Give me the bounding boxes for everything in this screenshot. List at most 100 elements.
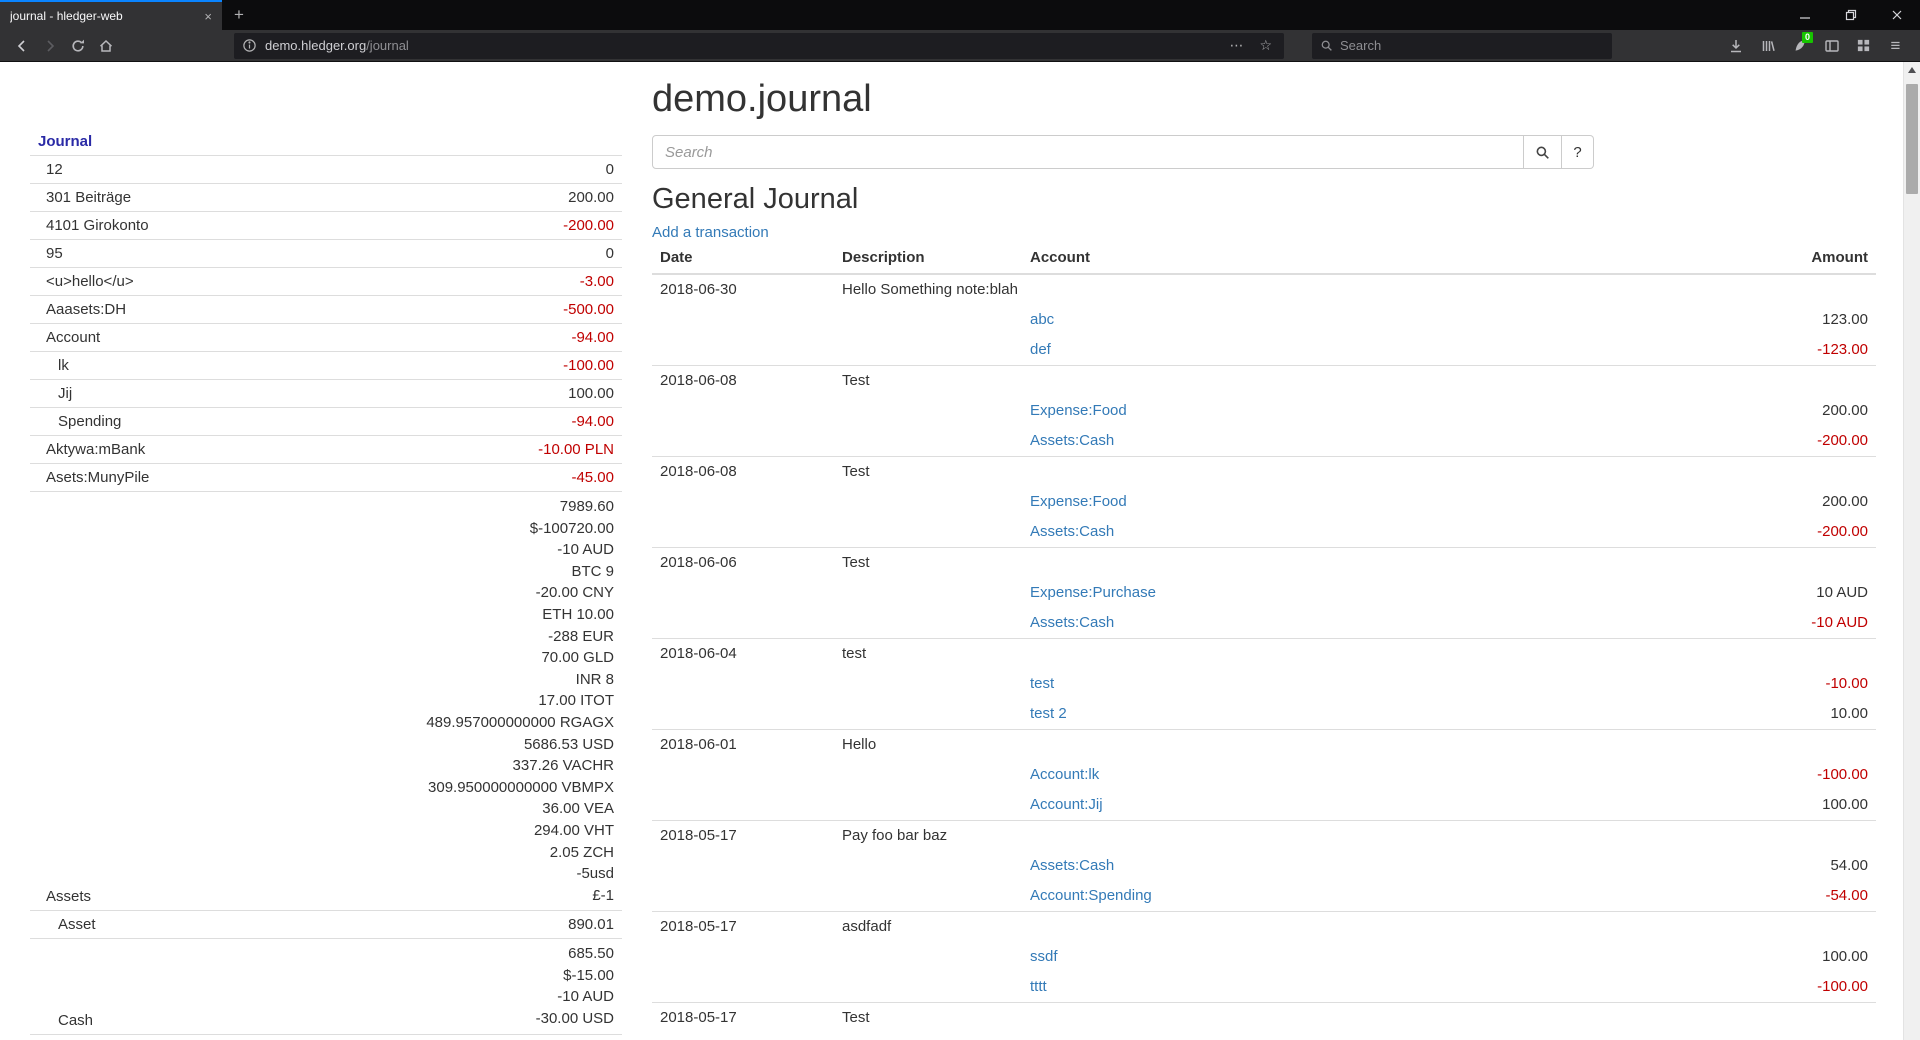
posting-account-link[interactable]: abc xyxy=(1030,311,1054,328)
posting-account-link[interactable]: def xyxy=(1030,341,1051,358)
posting-account-link[interactable]: Assets:Cash xyxy=(1030,523,1114,540)
posting-account-link[interactable]: Assets:Cash xyxy=(1030,857,1114,874)
posting-account-link[interactable]: Account:Jij xyxy=(1030,796,1103,813)
sidebar-account-link[interactable]: Asset xyxy=(58,916,96,933)
library-button[interactable] xyxy=(1753,33,1782,59)
posting-amount: 10.00 xyxy=(1576,699,1876,730)
sidebar-account-row: <u>hello</u> -3.00 xyxy=(30,268,622,296)
add-transaction-link[interactable]: Add a transaction xyxy=(652,224,769,241)
posting-account-link[interactable]: tttt xyxy=(1030,978,1047,995)
window-controls xyxy=(1782,0,1920,30)
menu-button[interactable]: ≡ xyxy=(1881,33,1910,59)
sidebar-account-link[interactable]: 4101 Girokonto xyxy=(46,217,149,234)
sidebar-account-row: 95 0 xyxy=(30,240,622,268)
journal-search-button[interactable] xyxy=(1524,135,1562,169)
posting-row: abc 123.00 xyxy=(652,305,1876,335)
home-button[interactable] xyxy=(92,33,120,59)
tab-close-icon[interactable]: × xyxy=(204,10,212,23)
close-window-button[interactable] xyxy=(1874,0,1920,30)
sidebar-account-link[interactable]: 95 xyxy=(46,245,63,262)
forward-button[interactable] xyxy=(36,33,64,59)
site-info-icon[interactable] xyxy=(242,38,257,53)
apps-grid-button[interactable] xyxy=(1849,33,1878,59)
url-bar[interactable]: demo.hledger.org/journal ⋯ ☆ xyxy=(234,33,1284,59)
posting-account-link[interactable]: Expense:Food xyxy=(1030,493,1127,510)
sidebar-account-balance: 890.01 xyxy=(258,911,622,939)
sidebar-account-link[interactable]: Account xyxy=(46,329,100,346)
page-actions-icon[interactable]: ⋯ xyxy=(1225,37,1247,54)
posting-amount: 10 AUD xyxy=(1576,578,1876,608)
extension-button[interactable]: 0 xyxy=(1785,33,1814,59)
browser-search-bar[interactable]: Search xyxy=(1312,33,1612,59)
reload-button[interactable] xyxy=(64,33,92,59)
sidebar-account-link[interactable]: 301 Beiträge xyxy=(46,189,131,206)
sidebar-account-row: Cash 685.50$-15.00-10 AUD-30.00 USD xyxy=(30,939,622,1034)
sidebar-account-link[interactable]: Asets:MunyPile xyxy=(46,469,149,486)
minimize-button[interactable] xyxy=(1782,0,1828,30)
sidebar-account-link[interactable]: 12 xyxy=(46,161,63,178)
posting-row: def -123.00 xyxy=(652,335,1876,366)
posting-account-link[interactable]: ssdf xyxy=(1030,948,1058,965)
journal-search-input[interactable] xyxy=(652,135,1524,169)
transaction-date: 2018-06-01 xyxy=(652,730,834,761)
transaction-description: Hello Something note:blah xyxy=(834,274,1876,305)
sidebar-account-row: Spending -94.00 xyxy=(30,408,622,436)
posting-account-link[interactable]: Assets:Cash xyxy=(1030,614,1114,631)
sidebar-account-balance: 100.00 xyxy=(258,380,622,408)
sidebar-toggle-icon xyxy=(1824,38,1840,54)
posting-row: ssdf 100.00 xyxy=(652,942,1876,972)
posting-account-link[interactable]: Expense:Purchase xyxy=(1030,584,1156,601)
transaction-date: 2018-06-04 xyxy=(652,639,834,670)
bookmark-star-icon[interactable]: ☆ xyxy=(1255,37,1276,54)
posting-row: Assets:Cash -200.00 xyxy=(652,517,1876,548)
sidebar-account-link[interactable]: Aaasets:DH xyxy=(46,301,126,318)
sidebar-account-balance: -200.00 xyxy=(258,212,622,240)
posting-amount: 123.00 xyxy=(1576,305,1876,335)
scrollbar-thumb[interactable] xyxy=(1906,84,1918,194)
posting-row: Account:Jij 100.00 xyxy=(652,790,1876,821)
transaction-row: 2018-05-17 Pay foo bar baz xyxy=(652,821,1876,852)
sidebar-toggle-button[interactable] xyxy=(1817,33,1846,59)
transaction-description: test xyxy=(834,639,1876,670)
search-help-button[interactable]: ? xyxy=(1562,135,1594,169)
sidebar-account-link[interactable]: Cash xyxy=(58,1012,93,1029)
transaction-description: Test xyxy=(834,457,1876,488)
posting-account-link[interactable]: test xyxy=(1030,675,1054,692)
scrollbar-up-button[interactable] xyxy=(1904,62,1920,78)
posting-row: Assets:Cash -200.00 xyxy=(652,426,1876,457)
page-content: Journal 12 0 301 Beiträge 200.00 4101 Gi… xyxy=(0,62,1920,1040)
download-button[interactable] xyxy=(1721,33,1750,59)
browser-tab[interactable]: journal - hledger-web × xyxy=(0,0,222,30)
back-button[interactable] xyxy=(8,33,36,59)
posting-account-link[interactable]: Account:Spending xyxy=(1030,887,1152,904)
sidebar-account-link[interactable]: Jij xyxy=(58,385,72,402)
posting-account-link[interactable]: test 2 xyxy=(1030,705,1067,722)
transaction-date: 2018-05-17 xyxy=(652,1003,834,1034)
posting-account-link[interactable]: Expense:Food xyxy=(1030,402,1127,419)
posting-account-link[interactable]: Account:lk xyxy=(1030,766,1099,783)
sidebar-account-link[interactable]: Spending xyxy=(58,413,121,430)
posting-account-link[interactable]: Assets:Cash xyxy=(1030,432,1114,449)
posting-amount: 200.00 xyxy=(1576,487,1876,517)
section-title: General Journal xyxy=(652,183,1876,216)
toolbar-icons: 0 ≡ xyxy=(1721,33,1912,59)
sidebar-account-link[interactable]: <u>hello</u> xyxy=(46,273,134,290)
posting-row: Assets:Cash -10 AUD xyxy=(652,608,1876,639)
sidebar-account-link[interactable]: lk xyxy=(58,357,69,374)
journal-table-body: 2018-06-30 Hello Something note:blah abc… xyxy=(652,274,1876,1033)
posting-row: Expense:Purchase 10 AUD xyxy=(652,578,1876,608)
new-tab-button[interactable]: + xyxy=(222,0,256,30)
transaction-row: 2018-06-08 Test xyxy=(652,366,1876,397)
journal-link[interactable]: Journal xyxy=(38,133,92,150)
download-icon xyxy=(1728,38,1744,54)
transaction-date: 2018-06-08 xyxy=(652,366,834,397)
posting-amount: -54.00 xyxy=(1576,881,1876,912)
sidebar-account-link[interactable]: Aktywa:mBank xyxy=(46,441,145,458)
forward-icon xyxy=(42,38,58,54)
sidebar-account-link[interactable]: Assets xyxy=(46,888,91,905)
posting-amount: 100.00 xyxy=(1576,790,1876,821)
sidebar-journal-row: Journal xyxy=(30,128,622,156)
restore-button[interactable] xyxy=(1828,0,1874,30)
sidebar-account-row: Aaasets:DH -500.00 xyxy=(30,296,622,324)
sidebar-account-row: Asets:MunyPile -45.00 xyxy=(30,464,622,492)
